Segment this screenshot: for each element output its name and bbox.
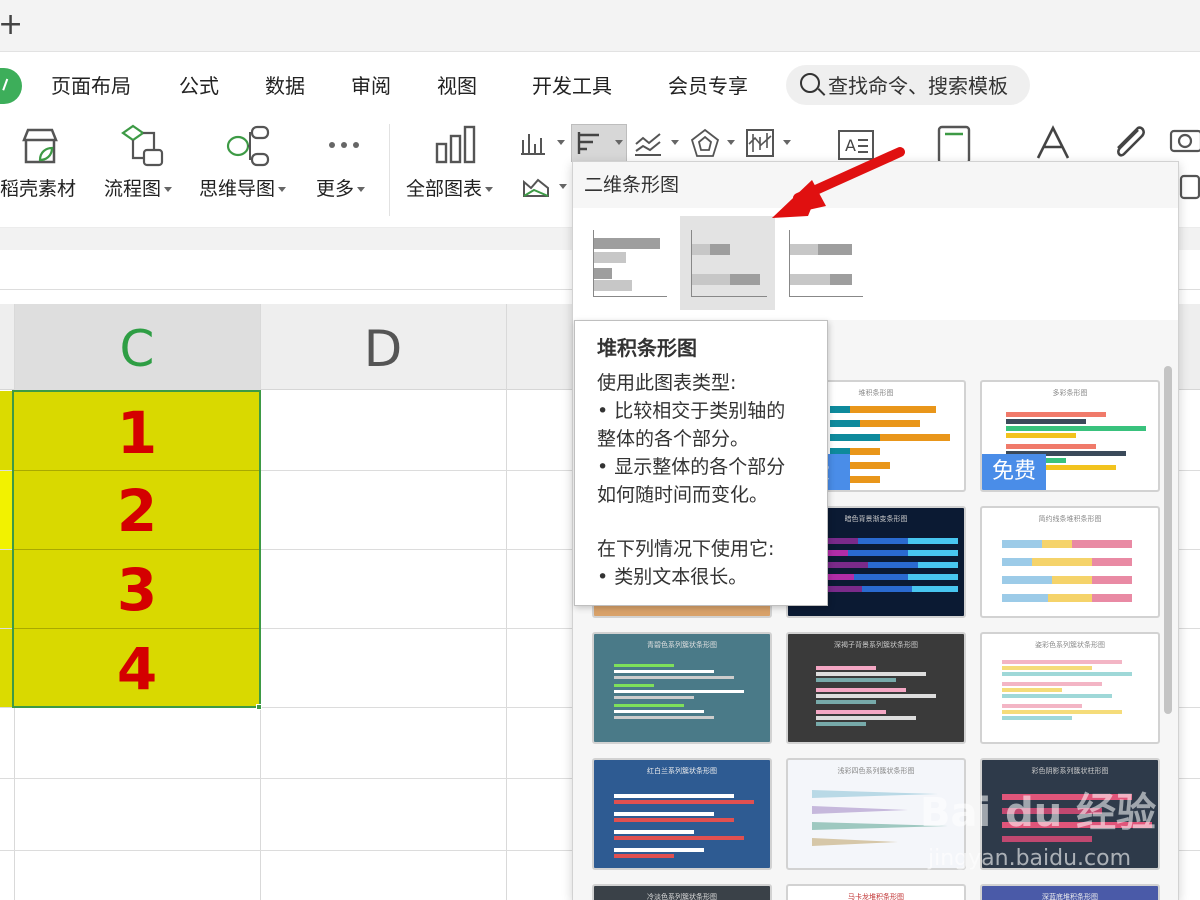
area-chart-dropdown[interactable] [559, 184, 567, 189]
watermark-logo: Bai du 经验 [920, 790, 1157, 836]
menu-view[interactable]: 视图 [437, 70, 477, 102]
mindmap-icon[interactable] [224, 124, 272, 168]
radar-chart-dropdown[interactable] [727, 140, 735, 145]
panel-title: 二维条形图 [584, 174, 680, 196]
tooltip-line: • 类别文本很长。 [597, 566, 748, 588]
template-thumb[interactable]: 简约线条堆积条形图 [980, 506, 1160, 618]
tooltip-line: • 显示整体的各个部分 [597, 456, 786, 478]
template-thumb[interactable]: 青碧色系列簇状条形图 [592, 632, 772, 744]
all-charts-icon[interactable] [434, 124, 478, 166]
menu-formula[interactable]: 公式 [179, 70, 219, 102]
grid-line [506, 304, 507, 900]
template-thumb[interactable]: 红白兰系列簇状条形图 [592, 758, 772, 870]
watermark-url: jingyan.baidu.com [928, 846, 1132, 871]
art-text-icon[interactable] [1034, 124, 1072, 162]
store-icon[interactable] [20, 126, 60, 166]
more-button[interactable]: 更多 [316, 174, 366, 204]
bar-chart-icon[interactable] [577, 130, 605, 156]
radar-chart-icon[interactable] [690, 128, 720, 158]
percent-stacked-bar-option[interactable] [780, 216, 875, 310]
template-thumb[interactable]: 姿彩色系列簇状条形图 [980, 632, 1160, 744]
search-input[interactable]: 查找命令、搜索模板 [828, 70, 1008, 102]
menu-data[interactable]: 数据 [265, 70, 305, 102]
stacked-bar-option[interactable] [680, 216, 775, 310]
tooltip-line: 在下列情况下使用它: [597, 538, 775, 560]
flowchart-icon[interactable] [120, 124, 166, 168]
tooltip-title: 堆积条形图 [597, 336, 697, 360]
line-chart-icon[interactable] [634, 130, 662, 156]
search-icon [800, 73, 820, 93]
area-chart-icon[interactable] [522, 174, 550, 200]
tooltip-line: 如何随时间而变化。 [597, 484, 769, 506]
daoke-material-button[interactable]: 稻壳素材 [0, 174, 76, 204]
column-chart-dropdown[interactable] [557, 140, 565, 145]
tab-strip [0, 0, 1200, 52]
menu-review[interactable]: 审阅 [351, 70, 391, 102]
template-thumb[interactable]: 深蓝底堆积条形图 [980, 884, 1160, 900]
tooltip-line: 整体的各个部分。 [597, 428, 750, 450]
tooltip-line: 使用此图表类型: [597, 372, 737, 394]
new-tab-button[interactable]: + [0, 8, 23, 42]
column-header-c[interactable]: C [14, 304, 260, 390]
camera-icon[interactable] [1168, 124, 1200, 154]
more-icon[interactable] [326, 138, 366, 152]
menu-member[interactable]: 会员专享 [668, 70, 748, 102]
all-charts-button[interactable]: 全部图表 [406, 174, 494, 204]
tooltip-line: • 比较相交于类别轴的 [597, 400, 786, 422]
selection-border [12, 390, 261, 708]
bar-chart-dropdown[interactable] [615, 140, 623, 145]
menu-page-layout[interactable]: 页面布局 [51, 70, 131, 102]
template-thumb[interactable]: 深褐子背景系列簇状条形图 [786, 632, 966, 744]
chart-type-tooltip: 堆积条形图 使用此图表类型: • 比较相交于类别轴的 整体的各个部分。 • 显示… [574, 320, 828, 606]
column-header-d[interactable]: D [260, 304, 506, 390]
template-thumb[interactable]: 多彩条形图 免费 [980, 380, 1160, 492]
object-icon[interactable] [1178, 172, 1200, 202]
flowchart-button[interactable]: 流程图 [104, 174, 173, 204]
line-chart-dropdown[interactable] [671, 140, 679, 145]
column-chart-icon[interactable] [520, 130, 546, 156]
ribbon-separator [389, 124, 390, 216]
mindmap-button[interactable]: 思维导图 [199, 174, 287, 204]
attachment-icon[interactable] [1108, 122, 1152, 164]
header-footer-icon[interactable] [936, 124, 972, 164]
fill-handle[interactable] [256, 704, 262, 710]
free-badge: 免费 [982, 454, 1046, 490]
template-thumb[interactable]: 冷淡色系列簇状条形图 [592, 884, 772, 900]
red-arrow-icon [772, 147, 905, 218]
gallery-scrollbar[interactable] [1164, 366, 1172, 714]
menu-developer-tools[interactable]: 开发工具 [532, 70, 612, 102]
template-thumb[interactable]: 马卡龙堆积条形图 [786, 884, 966, 900]
clustered-bar-option[interactable] [584, 216, 679, 310]
